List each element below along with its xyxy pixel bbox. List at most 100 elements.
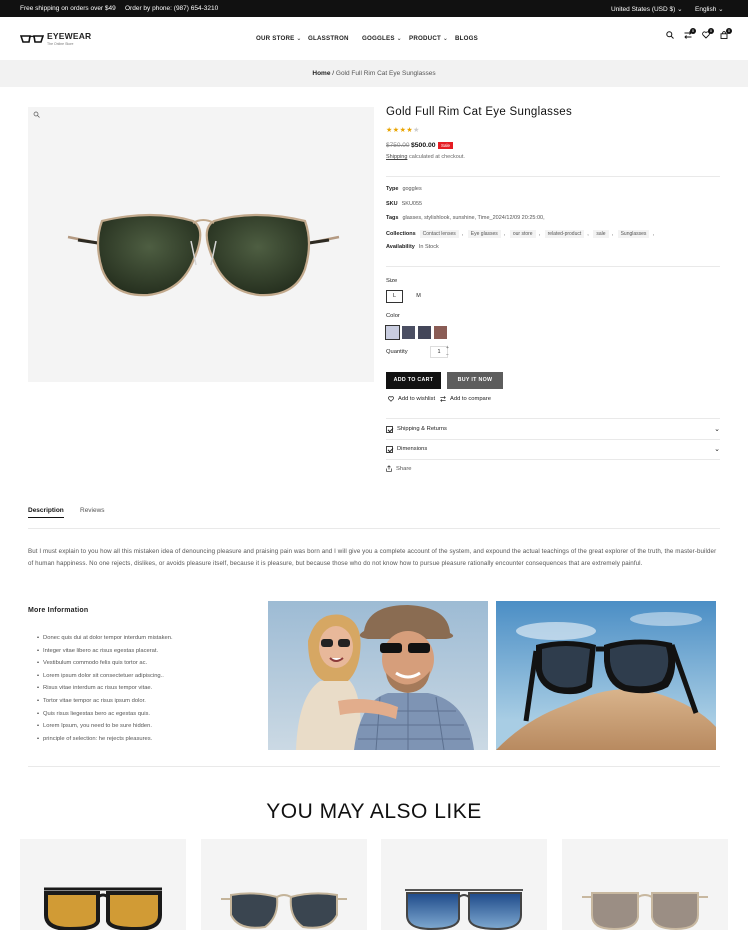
divider: [28, 766, 720, 767]
share-icon: [386, 465, 392, 472]
list-item: Lorem Ipsum, you need to be sure hidden.: [37, 720, 173, 733]
quantity-label: Quantity: [386, 349, 408, 355]
chevron-down-icon: ⌄: [396, 35, 402, 42]
cart-button[interactable]: 0: [720, 28, 732, 41]
shipping-note: Shipping calculated at checkout.: [386, 154, 465, 160]
divider: [386, 418, 720, 419]
list-item: principle of selection: he rejects pleas…: [37, 733, 173, 746]
list-item: Risus vitae interdum ac risus tempor vit…: [37, 682, 173, 695]
size-option-l[interactable]: L: [386, 290, 403, 303]
search-button[interactable]: [666, 31, 674, 41]
chevron-down-icon: ⌄: [442, 35, 449, 42]
related-product-card[interactable]: [20, 839, 186, 930]
collection-tag[interactable]: Eye glasses: [467, 230, 501, 238]
phone-text: Order by phone: (987) 654-3210: [125, 5, 219, 12]
minus-icon[interactable]: −: [446, 352, 449, 359]
meta-label: Type: [386, 186, 399, 192]
list-item: Quis risus liegestas bero ac egestas qui…: [37, 708, 173, 721]
product-main-image[interactable]: [28, 107, 374, 382]
nav-item-product[interactable]: PRODUCT ⌄: [409, 35, 448, 42]
wishlist-label: Add to wishlist: [398, 396, 436, 402]
wishlist-count-badge: 0: [708, 28, 714, 34]
size-label: Size: [386, 278, 398, 284]
currency-label: United States (USD $): [611, 6, 676, 13]
nav-item-goggles[interactable]: GOGGLES ⌄: [362, 35, 402, 42]
share-label: Share: [396, 465, 412, 472]
wishlist-button[interactable]: 0: [702, 28, 714, 41]
chevron-down-icon: ⌄: [714, 446, 720, 453]
add-to-compare-link[interactable]: Add to compare: [440, 396, 491, 402]
add-to-cart-button[interactable]: ADD TO CART: [386, 372, 441, 389]
accordion-title: Dimensions: [397, 446, 428, 452]
logo[interactable]: EYEWEAR The Online Store: [20, 32, 91, 46]
star-icon: ★: [386, 127, 393, 134]
buy-now-button[interactable]: BUY IT NOW: [447, 372, 503, 389]
collection-tag[interactable]: related-product: [544, 230, 585, 238]
accordion-shipping-returns[interactable]: Shipping & Returns ⌄: [386, 425, 720, 433]
compare-button[interactable]: 0: [684, 28, 696, 41]
meta-label: Tags: [386, 215, 399, 221]
color-swatch[interactable]: [418, 326, 431, 339]
shipping-link[interactable]: Shipping: [386, 154, 407, 160]
collection-tag[interactable]: Contact lenses: [419, 230, 459, 238]
meta-tags: Tags glasses, stylishlook, sunshine, Time…: [386, 215, 545, 221]
add-to-wishlist-link[interactable]: Add to wishlist: [388, 396, 435, 402]
related-product-card[interactable]: [381, 839, 547, 930]
share-button[interactable]: Share: [386, 465, 411, 472]
color-swatch[interactable]: [385, 325, 400, 340]
zoom-icon[interactable]: [33, 111, 40, 120]
nav-item-blogs[interactable]: BLOGS: [455, 35, 478, 42]
tab-reviews[interactable]: Reviews: [80, 507, 105, 514]
separator: ,: [538, 231, 542, 237]
sale-price: $500.00: [411, 142, 436, 149]
free-shipping-text: Free shipping on orders over $49: [20, 5, 116, 12]
meta-label: Collections: [386, 231, 416, 237]
color-swatch[interactable]: [402, 326, 415, 339]
sku-value: SKU055: [401, 201, 423, 207]
separator: ,: [652, 231, 654, 237]
size-option-m[interactable]: M: [410, 290, 427, 303]
rating-stars[interactable]: ★★★★★: [386, 126, 420, 134]
breadcrumb-current: Gold Full Rim Cat Eye Sunglasses: [335, 70, 436, 77]
cart-count-badge: 0: [726, 28, 732, 34]
accordion-dimensions[interactable]: Dimensions ⌄: [386, 445, 720, 453]
collection-tag[interactable]: sale: [593, 230, 609, 238]
chevron-down-icon: ⌄: [677, 6, 683, 13]
compare-icon: [440, 396, 446, 402]
collection-tag[interactable]: our store: [509, 230, 536, 238]
accordion-title: Shipping & Returns: [397, 426, 447, 432]
separator: ,: [461, 231, 465, 237]
breadcrumb-home-link[interactable]: Home: [312, 70, 330, 77]
language-selector[interactable]: English ⌄: [695, 5, 724, 13]
nav-item-glasstron[interactable]: GLASSTRON: [308, 35, 349, 42]
color-swatch[interactable]: [434, 326, 447, 339]
nav-label: OUR STORE: [256, 35, 295, 42]
search-icon: [666, 31, 674, 39]
collection-tag[interactable]: Sunglasses: [617, 230, 650, 238]
related-product-card[interactable]: [562, 839, 728, 930]
cat-eye-sunglasses-image: [67, 213, 340, 297]
list-item: Donec quis dui at dolor tempor interdum …: [37, 632, 173, 645]
site-header: EYEWEAR The Online Store OUR STORE ⌄ GLA…: [0, 17, 748, 60]
nav-item-our-store[interactable]: OUR STORE ⌄: [256, 35, 302, 42]
related-product-card[interactable]: [201, 839, 367, 930]
more-info-list: Donec quis dui at dolor tempor interdum …: [37, 632, 173, 745]
availability-value: In Stock: [418, 244, 439, 250]
chevron-down-icon: ⌄: [296, 35, 302, 42]
divider: [386, 176, 720, 177]
list-item: Vestibulum commodo felis quis tortor ac.: [37, 657, 173, 670]
currency-selector[interactable]: United States (USD $) ⌄: [611, 5, 683, 13]
tab-description[interactable]: Description: [28, 507, 64, 518]
breadcrumb: Home / Gold Full Rim Cat Eye Sunglasses: [0, 60, 748, 87]
divider: [386, 266, 720, 267]
gray-round-sunglasses-image: [221, 892, 347, 929]
plus-icon[interactable]: +: [446, 345, 449, 352]
color-label: Color: [386, 313, 400, 319]
taupe-square-sunglasses-image: [582, 892, 708, 930]
shipping-note-text: calculated at checkout.: [408, 154, 465, 160]
type-link[interactable]: goggles: [402, 186, 421, 192]
list-item: Integer vitae libero ac risus egestas pl…: [37, 645, 173, 658]
quantity-stepper[interactable]: + −: [446, 345, 449, 359]
tags-links[interactable]: glasses, stylishlook, sunshine, Time_202…: [402, 215, 544, 221]
couple-photo: [268, 601, 488, 750]
